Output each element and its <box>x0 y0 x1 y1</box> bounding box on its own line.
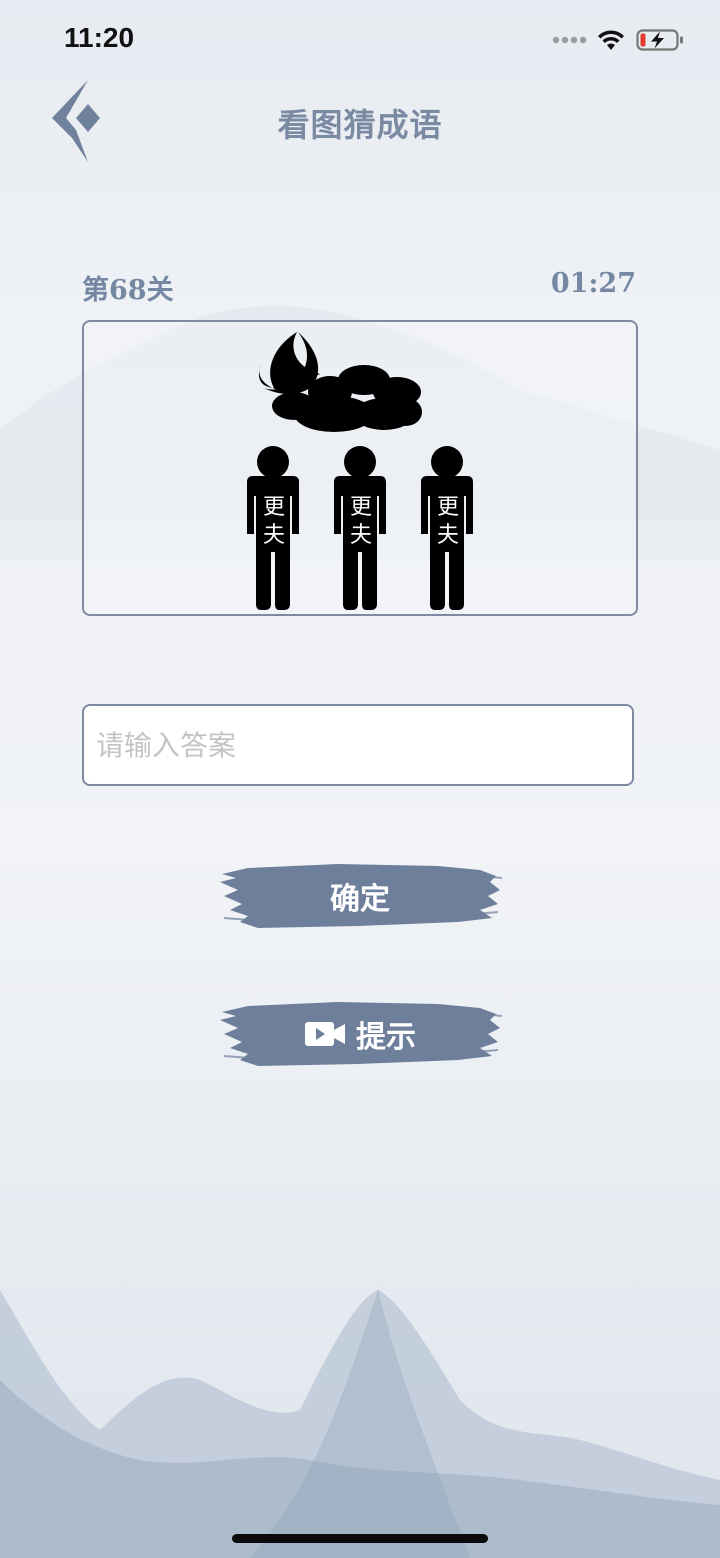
video-camera-icon <box>305 1022 345 1046</box>
signal-icon <box>552 36 586 44</box>
puzzle-image-card: 更 夫 更 夫 更 夫 <box>82 320 638 616</box>
answer-input[interactable] <box>82 704 634 786</box>
figure-label-bottom: 夫 <box>262 523 285 548</box>
home-indicator <box>232 1534 488 1543</box>
figure-label: 更 夫 <box>341 494 381 550</box>
countdown-timer: 01:27 <box>550 268 636 299</box>
wifi-icon <box>598 30 624 50</box>
confirm-button-label: 确定 <box>330 882 390 917</box>
figure-label-top: 更 <box>436 495 459 520</box>
hint-button[interactable]: 提示 <box>218 998 502 1070</box>
confirm-button[interactable]: 确定 <box>218 860 502 932</box>
battery-charging-icon <box>636 29 683 51</box>
figure-label: 更 夫 <box>428 494 468 550</box>
figure-label-bottom: 夫 <box>349 523 372 548</box>
puzzle-illustration <box>247 332 473 610</box>
hint-button-label: 提示 <box>356 1020 416 1055</box>
status-icons <box>552 26 684 54</box>
status-time: 11:20 <box>64 22 135 53</box>
level-label: 第68关 <box>82 275 174 306</box>
confirm-button-content: 确定 <box>218 860 502 932</box>
figure-label-top: 更 <box>262 495 285 520</box>
figure-label-top: 更 <box>349 495 372 520</box>
figure-label-bottom: 夫 <box>436 523 459 548</box>
figure-label: 更 夫 <box>254 494 294 550</box>
page-title: 看图猜成语 <box>277 106 443 144</box>
hint-button-content: 提示 <box>218 998 502 1070</box>
status-bar: 11:20 <box>0 0 720 80</box>
